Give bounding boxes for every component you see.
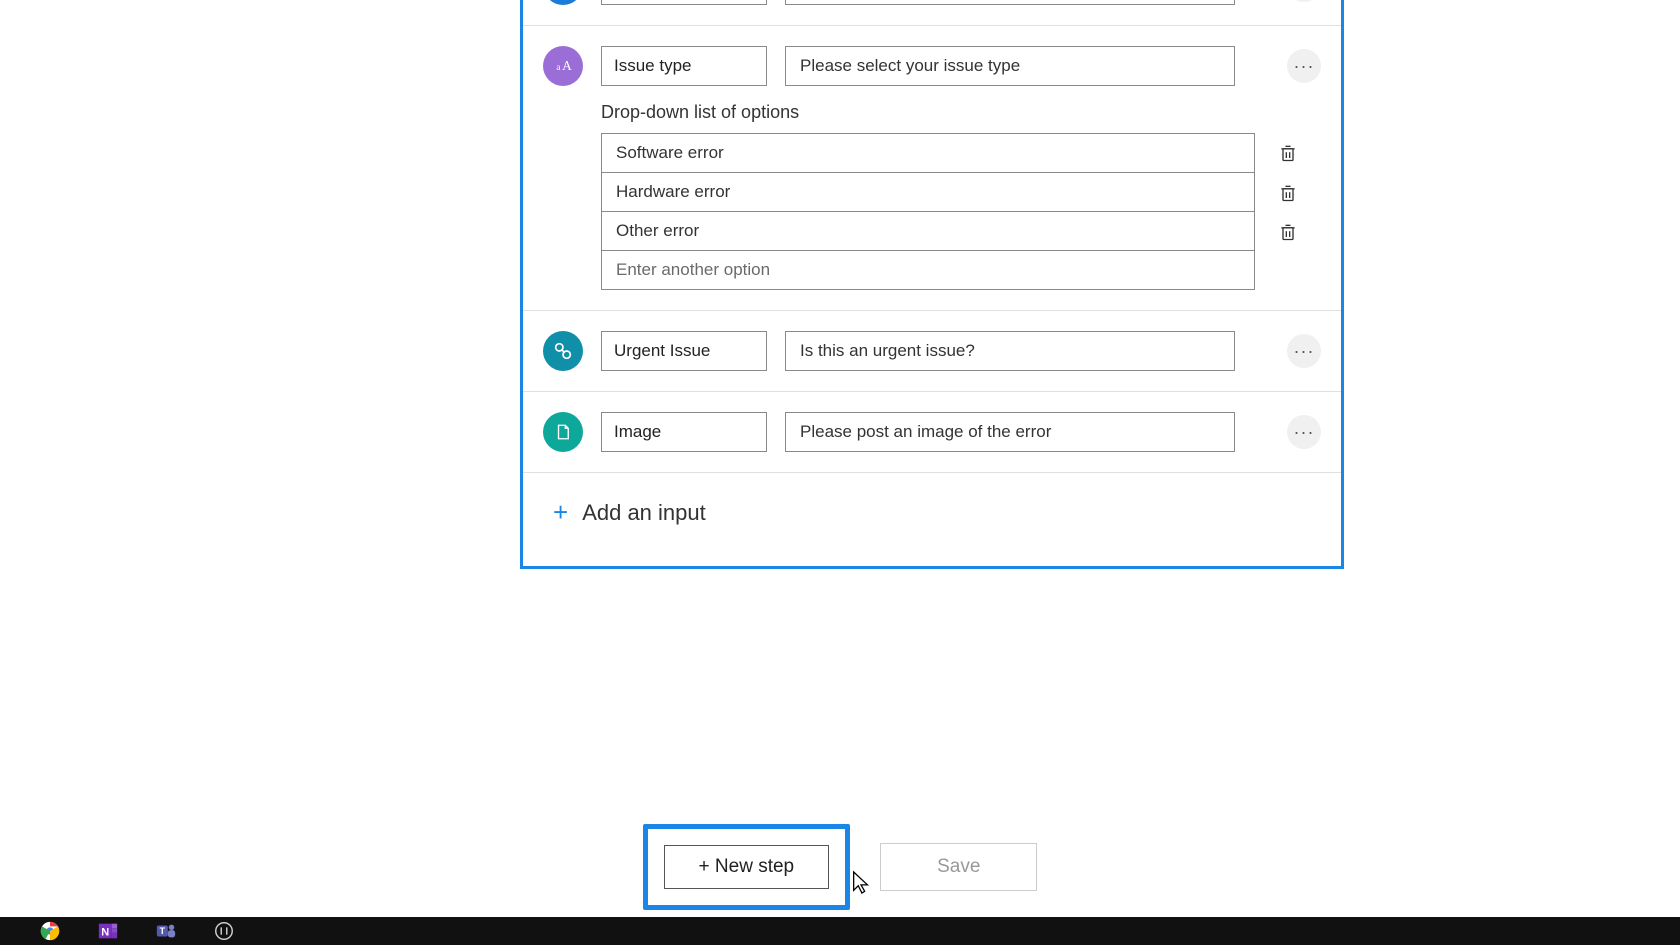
option-input-new[interactable]: Enter another option bbox=[601, 250, 1255, 290]
input-name-image[interactable]: Image bbox=[601, 412, 767, 452]
svg-text:a: a bbox=[556, 62, 560, 72]
windows-taskbar: N T bbox=[0, 917, 1680, 945]
option-input-1[interactable]: Software error bbox=[601, 133, 1255, 173]
new-step-highlight: + New step bbox=[643, 824, 851, 910]
taskbar-onenote-icon[interactable]: N bbox=[94, 919, 122, 943]
option-row-1: Software error bbox=[601, 133, 1321, 173]
add-input-button[interactable]: + Add an input bbox=[523, 473, 1341, 558]
input-desc-type[interactable]: Please select your issue type bbox=[785, 46, 1235, 86]
input-name-type[interactable]: Issue type bbox=[601, 46, 767, 86]
option-row-2: Hardware error bbox=[601, 173, 1321, 212]
option-input-2[interactable]: Hardware error bbox=[601, 172, 1255, 212]
svg-text:A: A bbox=[562, 58, 572, 73]
new-step-button[interactable]: + New step bbox=[664, 845, 830, 889]
taskbar-teams-icon[interactable]: T bbox=[152, 919, 180, 943]
trigger-body: Email Please enter your work e-mail addr… bbox=[523, 0, 1341, 566]
more-button-urgent[interactable]: ··· bbox=[1287, 334, 1321, 368]
taskbar-app-icon[interactable] bbox=[210, 919, 238, 943]
input-row-urgent: Urgent Issue Is this an urgent issue? ··… bbox=[523, 311, 1341, 392]
delete-option-3[interactable] bbox=[1275, 219, 1301, 245]
more-button-date[interactable]: ··· bbox=[1287, 0, 1321, 2]
svg-text:T: T bbox=[160, 926, 166, 936]
option-input-3[interactable]: Other error bbox=[601, 211, 1255, 251]
input-row-type: aA Issue type Please select your issue t… bbox=[523, 26, 1341, 96]
svg-text:N: N bbox=[101, 927, 109, 939]
save-button[interactable]: Save bbox=[880, 843, 1037, 891]
input-desc-image[interactable]: Please post an image of the error bbox=[785, 412, 1235, 452]
calendar-icon: 21 bbox=[543, 0, 583, 5]
dropdown-label: Drop-down list of options bbox=[601, 102, 1321, 123]
more-button-type[interactable]: ··· bbox=[1287, 49, 1321, 83]
input-name-urgent[interactable]: Urgent Issue bbox=[601, 331, 767, 371]
trigger-card: Email Please enter your work e-mail addr… bbox=[520, 0, 1344, 569]
delete-option-2[interactable] bbox=[1275, 180, 1301, 206]
plus-icon: + bbox=[553, 497, 568, 528]
input-desc-urgent[interactable]: Is this an urgent issue? bbox=[785, 331, 1235, 371]
yesno-icon bbox=[543, 331, 583, 371]
footer-buttons: + New step Save bbox=[0, 824, 1680, 910]
input-row-date: 21 Issue date Please enter when you had … bbox=[523, 0, 1341, 26]
input-name-date[interactable]: Issue date bbox=[601, 0, 767, 5]
input-row-image: Image Please post an image of the error … bbox=[523, 392, 1341, 473]
delete-option-1[interactable] bbox=[1275, 140, 1301, 166]
option-row-new: Enter another option bbox=[601, 251, 1321, 290]
more-button-image[interactable]: ··· bbox=[1287, 415, 1321, 449]
taskbar-chrome-icon[interactable] bbox=[36, 919, 64, 943]
dropdown-options-section: Drop-down list of options Software error… bbox=[523, 102, 1341, 311]
text-type-icon: aA bbox=[543, 46, 583, 86]
option-row-3: Other error bbox=[601, 212, 1321, 251]
flow-designer-canvas: Email Please enter your work e-mail addr… bbox=[0, 0, 1680, 945]
add-input-label: Add an input bbox=[582, 500, 706, 526]
input-desc-date[interactable]: Please enter when you had the error bbox=[785, 0, 1235, 5]
file-icon bbox=[543, 412, 583, 452]
